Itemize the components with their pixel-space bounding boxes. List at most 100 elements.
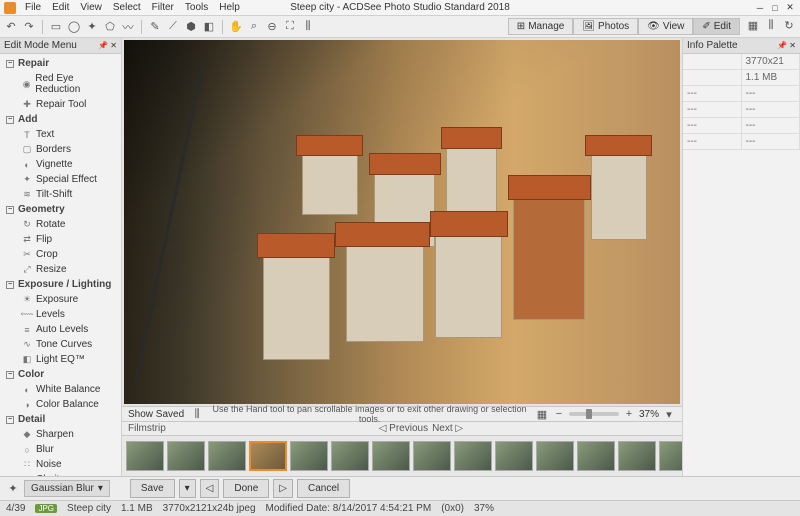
done-button[interactable]: Done <box>223 479 269 498</box>
thumb[interactable] <box>454 441 492 471</box>
tree-group[interactable]: −Detail <box>0 412 121 427</box>
menu-file[interactable]: File <box>20 1 46 14</box>
redo-icon[interactable]: ↷ <box>22 20 36 34</box>
zoom-out-icon[interactable]: ⊖ <box>265 20 279 34</box>
tree-group[interactable]: −Exposure / Lighting <box>0 277 121 292</box>
sync-icon[interactable]: ↻ <box>782 18 796 32</box>
collapse-icon[interactable]: − <box>6 116 14 124</box>
gradient-icon[interactable]: ◧ <box>202 20 216 34</box>
undo-icon[interactable]: ↶ <box>4 20 18 34</box>
zoom-minus-icon[interactable]: − <box>552 407 566 421</box>
tree-item[interactable]: ✦Special Effect <box>0 172 121 187</box>
tree-item[interactable]: ✚Repair Tool <box>0 97 121 112</box>
hand-icon[interactable]: ✋ <box>229 20 243 34</box>
thumb[interactable] <box>290 441 328 471</box>
tree-item[interactable]: ≋Tilt-Shift <box>0 187 121 202</box>
image-canvas[interactable] <box>124 40 680 404</box>
tree-item[interactable]: ∷Noise <box>0 457 121 472</box>
cancel-button[interactable]: Cancel <box>297 479 350 498</box>
thumb[interactable] <box>372 441 410 471</box>
thumb[interactable] <box>208 441 246 471</box>
thumb[interactable] <box>536 441 574 471</box>
prev-img-button[interactable]: ◁ <box>200 479 220 498</box>
tree-item[interactable]: ⤢Resize <box>0 262 121 277</box>
tree-item[interactable]: TText <box>0 127 121 142</box>
tree-item[interactable]: ⇄Flip <box>0 232 121 247</box>
eyedropper-icon[interactable]: ⟋ <box>166 20 180 34</box>
select-rect-icon[interactable]: ▭ <box>49 20 63 34</box>
menu-view[interactable]: View <box>75 1 107 14</box>
tree-item[interactable]: ◑Color Balance <box>0 397 121 412</box>
tree-item[interactable]: ◐White Balance <box>0 382 121 397</box>
thumb[interactable] <box>659 441 682 471</box>
histogram-icon[interactable]: ⫼ <box>301 20 315 34</box>
tree-item[interactable]: ☀Exposure <box>0 292 121 307</box>
thumb[interactable] <box>413 441 451 471</box>
pin-icon[interactable]: 📌 ✕ <box>777 41 796 50</box>
zoom-dropdown-icon[interactable]: ▾ <box>662 407 676 421</box>
menu-tools[interactable]: Tools <box>180 1 213 14</box>
tree-item[interactable]: ≡Auto Levels <box>0 322 121 337</box>
tree-group[interactable]: −Add <box>0 112 121 127</box>
tree-item[interactable]: ↻Rotate <box>0 217 121 232</box>
thumb[interactable] <box>331 441 369 471</box>
tree-group[interactable]: −Repair <box>0 56 121 71</box>
histogram-toggle-icon[interactable]: ⫼ <box>190 407 204 421</box>
mode-manage[interactable]: ⊞Manage <box>508 18 574 35</box>
zoom-plus-icon[interactable]: + <box>622 407 636 421</box>
lasso-icon[interactable]: ◯ <box>67 20 81 34</box>
tree-item[interactable]: ⬳Levels <box>0 307 121 322</box>
menu-help[interactable]: Help <box>214 1 245 14</box>
collapse-icon[interactable]: − <box>6 206 14 214</box>
zoom-slider[interactable] <box>569 412 619 416</box>
mode-photos[interactable]: 🖼Photos <box>573 18 638 35</box>
fit-icon[interactable]: ⛶ <box>283 20 297 34</box>
menu-select[interactable]: Select <box>108 1 146 14</box>
tree-item[interactable]: ▢Borders <box>0 142 121 157</box>
collapse-icon[interactable]: − <box>6 60 14 68</box>
pencil-icon[interactable]: ✎ <box>148 20 162 34</box>
tree-item[interactable]: ◆Sharpen <box>0 427 121 442</box>
thumb-selected[interactable] <box>249 441 287 471</box>
thumb[interactable] <box>167 441 205 471</box>
thumb[interactable] <box>126 441 164 471</box>
thumb[interactable] <box>618 441 656 471</box>
collapse-icon[interactable]: − <box>6 281 14 289</box>
mode-view[interactable]: 👁View <box>638 18 693 35</box>
prev-button[interactable]: ◁ Previous <box>379 423 428 434</box>
tree-item[interactable]: ○Blur <box>0 442 121 457</box>
batch-icon[interactable]: ▦ <box>746 18 760 32</box>
pin-icon[interactable]: 📌 ✕ <box>98 41 117 50</box>
save-menu-icon[interactable]: ▾ <box>179 479 196 498</box>
tree-item[interactable]: ◧Light EQ™ <box>0 352 121 367</box>
thumb[interactable] <box>495 441 533 471</box>
filmstrip[interactable] <box>122 436 682 476</box>
brush-icon[interactable]: 〰 <box>121 20 135 34</box>
menu-edit[interactable]: Edit <box>47 1 74 14</box>
close-icon[interactable]: ✕ <box>784 2 796 14</box>
chart-icon[interactable]: ⫼ <box>764 18 778 32</box>
wand-icon[interactable]: ✦ <box>85 20 99 34</box>
menu-filter[interactable]: Filter <box>147 1 179 14</box>
next-img-button[interactable]: ▷ <box>273 479 293 498</box>
zoom-in-icon[interactable]: ⌕ <box>247 20 261 34</box>
effect-icon[interactable]: ✦ <box>6 482 20 496</box>
polygon-icon[interactable]: ⬠ <box>103 20 117 34</box>
save-button[interactable]: Save <box>130 479 175 498</box>
mode-edit[interactable]: ✐Edit <box>693 18 740 35</box>
next-button[interactable]: Next ▷ <box>432 423 463 434</box>
tree-group[interactable]: −Geometry <box>0 202 121 217</box>
minimize-icon[interactable]: ─ <box>754 2 766 14</box>
show-saved-toggle[interactable]: Show Saved <box>128 409 184 420</box>
tree-item[interactable]: ◉Red Eye Reduction <box>0 71 121 97</box>
nav-thumb-icon[interactable]: ▦ <box>535 407 549 421</box>
tree-item[interactable]: ◐Vignette <box>0 157 121 172</box>
thumb[interactable] <box>577 441 615 471</box>
filter-dropdown[interactable]: Gaussian Blur▾ <box>24 480 110 497</box>
maximize-icon[interactable]: □ <box>769 2 781 14</box>
tree-item[interactable]: ✂Crop <box>0 247 121 262</box>
tree-group[interactable]: −Color <box>0 367 121 382</box>
tree-item[interactable]: ∿Tone Curves <box>0 337 121 352</box>
bucket-icon[interactable]: ⬢ <box>184 20 198 34</box>
collapse-icon[interactable]: − <box>6 371 14 379</box>
